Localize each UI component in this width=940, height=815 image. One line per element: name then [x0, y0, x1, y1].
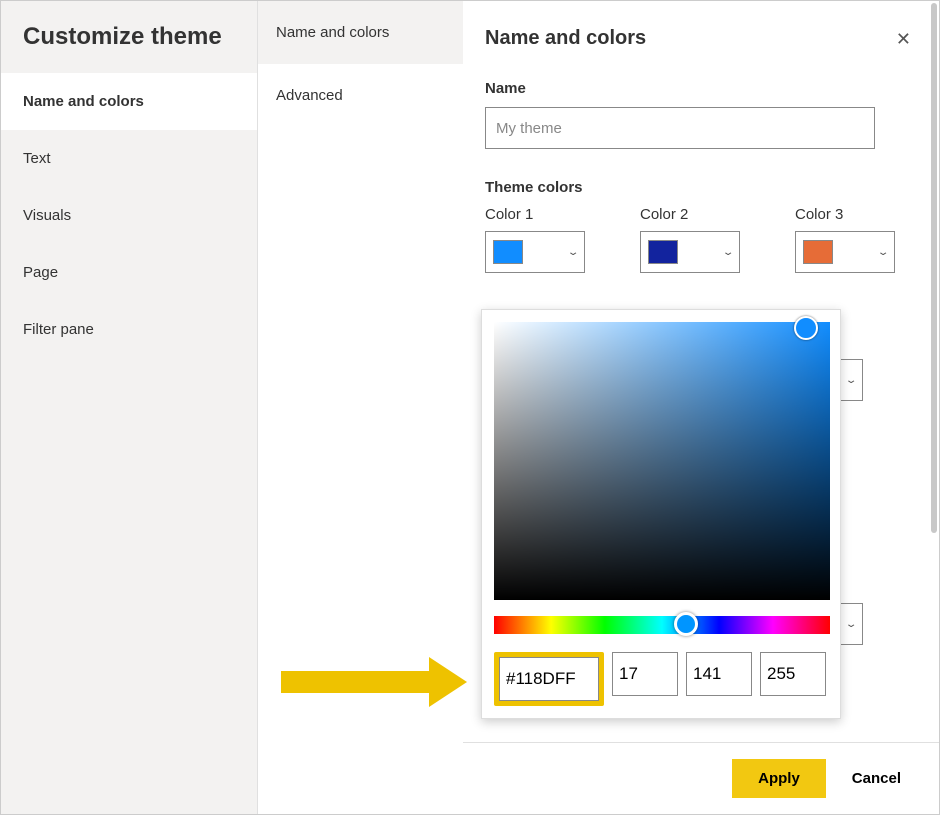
chevron-down-icon: ⌄: [877, 247, 890, 258]
dialog-title: Customize theme: [1, 1, 257, 73]
annotation-arrow: [281, 657, 471, 705]
chevron-down-icon: ⌄: [845, 375, 858, 386]
dialog-footer: Apply Cancel: [463, 742, 939, 814]
chevron-down-icon: ⌄: [567, 247, 580, 258]
saturation-value-area[interactable]: [494, 322, 830, 600]
left-nav-list: Name and colors Text Visuals Page Filter…: [1, 73, 257, 358]
hex-input[interactable]: [499, 657, 599, 701]
hex-highlight: [494, 652, 604, 706]
scrollbar[interactable]: [931, 3, 937, 533]
nav-visuals[interactable]: Visuals: [1, 187, 257, 244]
sub-nav-list: Name and colors Advanced: [258, 1, 463, 127]
apply-button[interactable]: Apply: [732, 759, 826, 798]
color-2-label: Color 2: [640, 206, 740, 223]
color-item-2: Color 2 ⌄: [640, 206, 740, 273]
r-input[interactable]: [612, 652, 678, 696]
cancel-button[interactable]: Cancel: [852, 770, 901, 787]
close-icon[interactable]: ✕: [896, 29, 911, 50]
color-1-dropdown[interactable]: ⌄: [485, 231, 585, 273]
color-row: Color 1 ⌄ Color 2 ⌄ Color 3 ⌄: [485, 206, 911, 273]
arrow-head: [429, 657, 467, 707]
chevron-down-icon: ⌄: [845, 619, 858, 630]
color-3-label: Color 3: [795, 206, 895, 223]
section-heading: Name and colors: [485, 27, 911, 50]
sv-thumb[interactable]: [794, 316, 818, 340]
nav-text[interactable]: Text: [1, 130, 257, 187]
color-picker-popup: [481, 309, 841, 719]
picker-inputs-row: [494, 652, 828, 706]
left-nav: Customize theme Name and colors Text Vis…: [1, 1, 258, 814]
theme-colors-label: Theme colors: [485, 179, 911, 196]
hue-thumb[interactable]: [674, 612, 698, 636]
chevron-down-icon: ⌄: [722, 247, 735, 258]
color-item-1: Color 1 ⌄: [485, 206, 585, 273]
color-1-swatch: [493, 240, 523, 264]
subnav-advanced[interactable]: Advanced: [258, 64, 463, 127]
color-2-dropdown[interactable]: ⌄: [640, 231, 740, 273]
color-item-3: Color 3 ⌄: [795, 206, 895, 273]
nav-page[interactable]: Page: [1, 244, 257, 301]
theme-name-input[interactable]: [485, 107, 875, 149]
subnav-name-and-colors[interactable]: Name and colors: [258, 1, 463, 64]
nav-name-and-colors[interactable]: Name and colors: [1, 73, 257, 130]
b-input[interactable]: [760, 652, 826, 696]
customize-theme-dialog: Customize theme Name and colors Text Vis…: [0, 0, 940, 815]
name-label: Name: [485, 80, 911, 97]
g-input[interactable]: [686, 652, 752, 696]
color-2-swatch: [648, 240, 678, 264]
color-3-swatch: [803, 240, 833, 264]
color-3-dropdown[interactable]: ⌄: [795, 231, 895, 273]
nav-filter-pane[interactable]: Filter pane: [1, 301, 257, 358]
arrow-shaft: [281, 671, 431, 693]
color-1-label: Color 1: [485, 206, 585, 223]
hue-slider[interactable]: [494, 616, 830, 634]
